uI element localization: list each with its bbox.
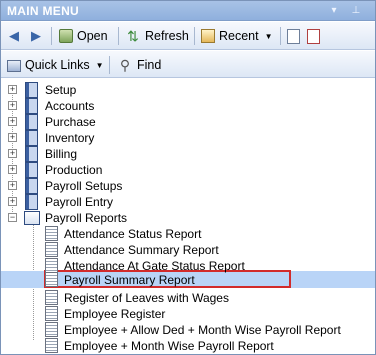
- tree-item-label: Register of Leaves with Wages: [64, 291, 229, 305]
- tree-item-production[interactable]: + Production: [1, 162, 375, 178]
- book-icon: [25, 130, 38, 146]
- open-icon: [59, 29, 73, 43]
- tree-item-label: Payroll Summary Report: [64, 273, 195, 287]
- report-icon: [45, 226, 58, 241]
- book-icon: [25, 162, 38, 178]
- refresh-button[interactable]: ⇅ Refresh: [125, 27, 189, 45]
- document-icon: [287, 28, 300, 44]
- forward-arrow-icon[interactable]: ▶: [31, 27, 41, 45]
- toolbar-separator: [118, 27, 119, 45]
- tree-item-label: Payroll Reports: [45, 211, 128, 225]
- expand-icon[interactable]: +: [8, 149, 17, 158]
- document-remove-icon: [307, 28, 320, 44]
- tree-item-payroll-setups[interactable]: + Payroll Setups: [1, 178, 375, 194]
- find-label: Find: [137, 58, 162, 72]
- collapse-icon[interactable]: −: [8, 213, 17, 222]
- tree-item-label: Payroll Setups: [45, 179, 123, 193]
- tree-item-label: Billing: [45, 147, 78, 161]
- tree-item-label: Production: [45, 163, 103, 177]
- expand-icon[interactable]: +: [8, 181, 17, 190]
- tree-item-label: Setup: [45, 83, 77, 97]
- toolbar-separator: [51, 27, 52, 45]
- quick-links-icon: [7, 60, 21, 72]
- menu-tree: + Setup + Accounts + Purchase + Inventor…: [1, 80, 375, 354]
- tree-item-payroll-summary-report[interactable]: Payroll Summary Report: [1, 272, 375, 288]
- tree-item-label: Employee Register: [64, 307, 166, 321]
- tree-item-employee-month-wise-payroll-report[interactable]: Employee + Month Wise Payroll Report: [1, 338, 375, 354]
- tree-item-label: Attendance Status Report: [64, 227, 202, 241]
- main-toolbar: ◀ ▶ Open ⇅ Refresh Recent ▼: [1, 22, 375, 50]
- report-icon: [45, 272, 58, 287]
- tree-item-label: Attendance At Gate Status Report: [64, 259, 245, 273]
- refresh-label: Refresh: [145, 29, 189, 43]
- expand-icon[interactable]: +: [8, 133, 17, 142]
- dropdown-icon[interactable]: ▾: [327, 4, 341, 18]
- secondary-toolbar: Quick Links ▼ ⚲ Find: [1, 51, 375, 78]
- report-icon: [45, 338, 58, 353]
- tree-item-payroll-reports[interactable]: − Payroll Reports: [1, 210, 375, 226]
- quick-links-dropdown[interactable]: Quick Links ▼: [7, 56, 104, 74]
- tree-item-label: Attendance Summary Report: [64, 243, 219, 257]
- document-settings-button[interactable]: [307, 27, 324, 45]
- expand-icon[interactable]: +: [8, 165, 17, 174]
- report-icon: [45, 322, 58, 337]
- report-icon: [45, 258, 58, 273]
- report-icon: [45, 290, 58, 305]
- refresh-icon: ⇅: [127, 28, 139, 44]
- find-button[interactable]: ⚲ Find: [117, 56, 161, 74]
- tree-item-label: Payroll Entry: [45, 195, 114, 209]
- book-icon: [25, 114, 38, 130]
- pin-icon[interactable]: ⊥: [349, 4, 363, 18]
- tree-item-employee-allow-ded-month-wise-payroll-report[interactable]: Employee + Allow Ded + Month Wise Payrol…: [1, 322, 375, 338]
- recent-label: Recent: [219, 29, 259, 43]
- expand-icon[interactable]: +: [8, 117, 17, 126]
- back-arrow-icon[interactable]: ◀: [9, 27, 19, 45]
- open-button[interactable]: Open: [59, 27, 108, 45]
- book-icon: [25, 146, 38, 162]
- tree-item-register-of-leaves-with-wages[interactable]: Register of Leaves with Wages: [1, 290, 375, 306]
- main-menu-panel: MAIN MENU ▾ ⊥ ◀ ▶ Open ⇅ Refresh Recent …: [0, 0, 376, 355]
- book-icon: [25, 82, 38, 98]
- tree-item-attendance-status-report[interactable]: Attendance Status Report: [1, 226, 375, 242]
- tree-item-label: Employee + Allow Ded + Month Wise Payrol…: [64, 323, 341, 337]
- tree-item-inventory[interactable]: + Inventory: [1, 130, 375, 146]
- tree-item-purchase[interactable]: + Purchase: [1, 114, 375, 130]
- chevron-down-icon: ▼: [95, 60, 104, 70]
- expand-icon[interactable]: +: [8, 85, 17, 94]
- tree-item-setup[interactable]: + Setup: [1, 82, 375, 98]
- tree-item-label: Inventory: [45, 131, 95, 145]
- book-icon: [25, 98, 38, 114]
- recent-icon: [201, 29, 215, 43]
- report-icon: [45, 242, 58, 257]
- tree-item-payroll-entry[interactable]: + Payroll Entry: [1, 194, 375, 210]
- tree-item-label: Purchase: [45, 115, 96, 129]
- toolbar-separator: [280, 27, 281, 45]
- tree-item-label: Accounts: [45, 99, 95, 113]
- quick-links-label: Quick Links: [25, 58, 90, 72]
- binoculars-icon: ⚲: [119, 57, 131, 73]
- book-icon: [25, 194, 38, 210]
- toolbar-separator: [109, 56, 110, 74]
- new-document-button[interactable]: [287, 27, 304, 45]
- tree-item-employee-register[interactable]: Employee Register: [1, 306, 375, 322]
- chevron-down-icon: ▼: [264, 31, 273, 41]
- open-label: Open: [77, 29, 108, 43]
- panel-title: MAIN MENU: [7, 4, 80, 18]
- tree-item-billing[interactable]: + Billing: [1, 146, 375, 162]
- report-icon: [45, 306, 58, 321]
- recent-dropdown[interactable]: Recent ▼: [201, 27, 273, 45]
- tree-item-accounts[interactable]: + Accounts: [1, 98, 375, 114]
- expand-icon[interactable]: +: [8, 101, 17, 110]
- title-bar: MAIN MENU ▾ ⊥: [1, 1, 375, 21]
- open-book-icon: [24, 211, 40, 225]
- toolbar-separator: [194, 27, 195, 45]
- tree-item-attendance-summary-report[interactable]: Attendance Summary Report: [1, 242, 375, 258]
- tree-item-label: Employee + Month Wise Payroll Report: [64, 339, 274, 353]
- book-icon: [25, 178, 38, 194]
- expand-icon[interactable]: +: [8, 197, 17, 206]
